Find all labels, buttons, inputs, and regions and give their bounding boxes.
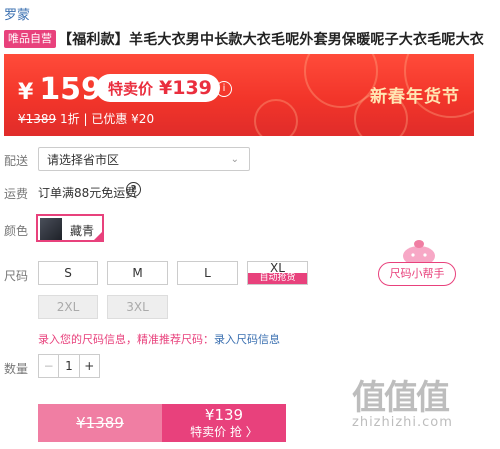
price-detail-line: ¥1389 1折 | 已优惠 ¥20 [18, 110, 154, 127]
buy-label: 特卖价 抢 〉 [190, 425, 258, 439]
selected-check-icon [92, 230, 104, 242]
size-info-tip: 录入您的尺码信息，精准推荐尺码：录入尺码信息 [38, 331, 280, 347]
size-option-3xl: 3XL [107, 295, 168, 319]
discount-rate: 1折 [60, 112, 80, 126]
question-icon[interactable]: ? [126, 182, 141, 197]
buy-price: ¥139 [204, 406, 244, 424]
quantity-value[interactable]: 1 [59, 355, 78, 377]
promo-price: ¥139 [159, 77, 212, 99]
info-icon[interactable]: i [216, 81, 232, 97]
region-select-value: 请选择省市区 [47, 153, 120, 167]
buy-now-button[interactable]: ¥139 特卖价 抢 〉 [162, 404, 286, 442]
size-tip-text: 录入您的尺码信息，精准推荐尺码： [38, 333, 214, 346]
auto-grab-tag: 自动抢货 [248, 273, 307, 284]
size-label: 尺码 [4, 269, 29, 283]
cloud-decoration [254, 99, 298, 136]
quantity-plus-button[interactable]: + [78, 355, 99, 377]
color-thumbnail [40, 218, 62, 240]
self-operated-tag: 唯品自营 [4, 30, 56, 48]
promo-price-pill: 特卖价 ¥139 [96, 74, 220, 102]
size-option-2xl: 2XL [38, 295, 98, 319]
shipping-label: 运费 [4, 187, 29, 201]
size-option-s[interactable]: S [38, 261, 98, 285]
original-price: ¥1389 [18, 112, 57, 126]
quantity-label: 数量 [4, 362, 29, 376]
watermark-url: zhizhizhi.com [352, 415, 453, 430]
brand-name[interactable]: 罗蒙 [4, 4, 30, 23]
watermark: 值值值 zhizhizhi.com [352, 370, 453, 430]
size-helper-button[interactable]: 尺码小帮手 [378, 262, 456, 286]
delivery-label: 配送 [4, 154, 29, 168]
price-value: 159 [39, 72, 102, 107]
separator: | [83, 112, 88, 126]
color-option-navy[interactable]: 藏青 [36, 214, 104, 242]
promo-label: 特卖价 [108, 80, 154, 98]
original-price-button: ¥1389 [38, 404, 162, 442]
chevron-down-icon: ⌄ [230, 154, 239, 165]
size-option-m[interactable]: M [107, 261, 168, 285]
region-select[interactable]: 请选择省市区 ⌄ [38, 147, 250, 171]
size-option-l[interactable]: L [177, 261, 238, 285]
color-label: 颜色 [4, 224, 29, 238]
current-price: ¥159 [18, 72, 102, 107]
quantity-stepper: − 1 + [38, 354, 100, 378]
color-option-label: 藏青 [70, 224, 95, 238]
shipping-text: 订单满88元免运费 [38, 186, 138, 200]
product-title: 【福利款】羊毛大衣男中长款大衣毛呢外套男保暖呢子大衣毛呢大衣 [58, 32, 484, 48]
watermark-logo: 值值值 [352, 378, 450, 418]
currency-symbol: ¥ [18, 80, 34, 105]
saved-amount: 已优惠 ¥20 [91, 112, 155, 126]
enter-size-link[interactable]: 录入尺码信息 [214, 333, 280, 346]
quantity-minus-button[interactable]: − [39, 355, 60, 377]
size-option-xl[interactable]: XL 自动抢货 [247, 261, 308, 285]
price-banner: ¥159 特卖价 ¥139 i ¥1389 1折 | 已优惠 ¥20 新春年货节 [4, 54, 474, 136]
festival-label: 新春年货节 [370, 87, 460, 107]
